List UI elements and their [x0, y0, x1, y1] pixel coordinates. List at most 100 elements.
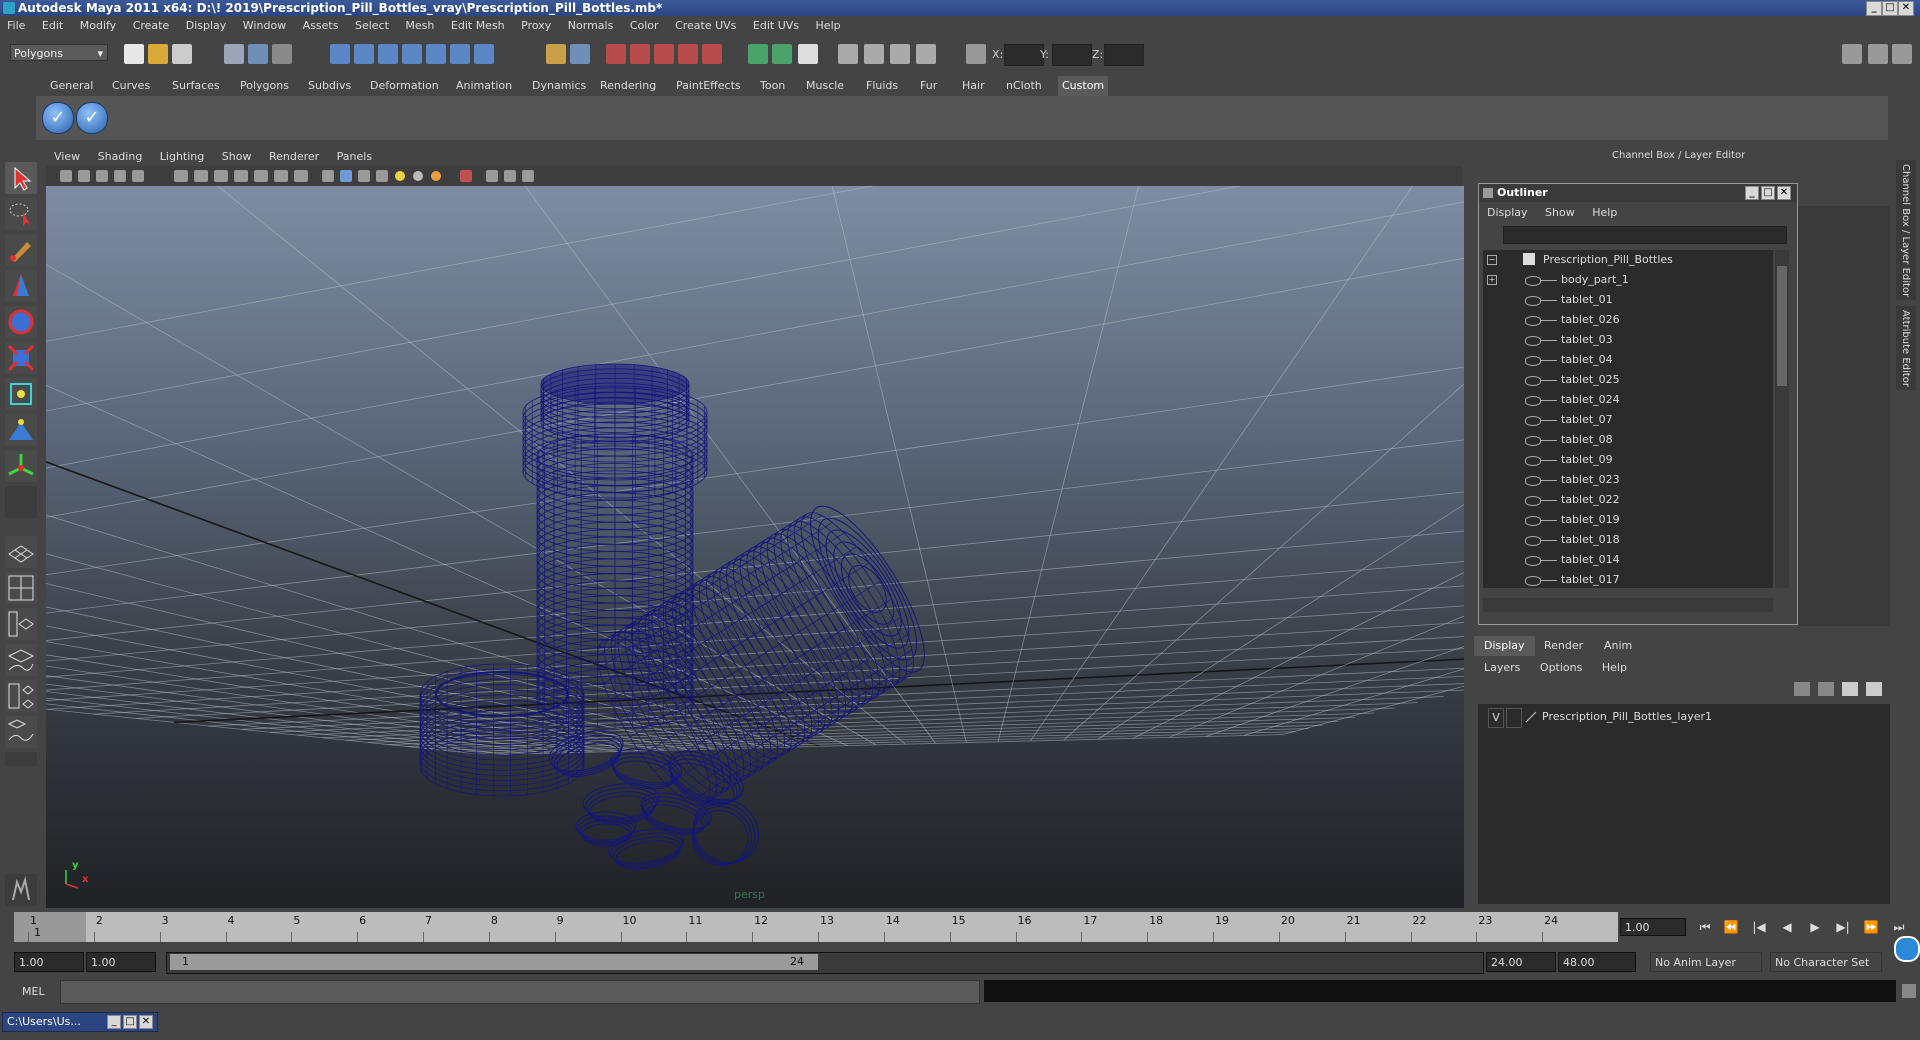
single-perspective-layout-icon[interactable]: [5, 536, 37, 568]
start-time-field[interactable]: 1.00: [14, 952, 84, 972]
viewport-menu-lighting[interactable]: Lighting: [160, 150, 204, 163]
shelf-tab-polygons[interactable]: Polygons: [236, 76, 293, 96]
step-forward-frame-button[interactable]: ▶|: [1832, 918, 1854, 936]
outliner-item[interactable]: tablet_03: [1483, 330, 1773, 350]
outliner-item[interactable]: tablet_09: [1483, 450, 1773, 470]
menu-help[interactable]: Help: [816, 19, 841, 32]
menu-mesh[interactable]: Mesh: [405, 19, 434, 32]
perspective-viewport[interactable]: y x persp: [46, 186, 1464, 908]
restore-button[interactable]: _: [107, 1015, 121, 1029]
step-forward-key-button[interactable]: ⏩: [1860, 918, 1882, 936]
maximize-button[interactable]: □: [123, 1015, 137, 1029]
viewport-toolbar-icons[interactable]: [46, 166, 566, 186]
shelf-tab-fur[interactable]: Fur: [916, 76, 941, 96]
maximize-button[interactable]: □: [1882, 1, 1898, 16]
history-icon[interactable]: [450, 44, 470, 64]
viewport-menu-renderer[interactable]: Renderer: [269, 150, 319, 163]
shelf-tab-subdivs[interactable]: Subdivs: [304, 76, 355, 96]
new-scene-icon[interactable]: [124, 44, 144, 64]
mel-label[interactable]: MEL: [22, 984, 45, 1000]
expand-icon[interactable]: +: [1487, 275, 1497, 285]
character-set-select[interactable]: No Character Set: [1770, 952, 1882, 972]
outliner-vertical-scrollbar[interactable]: [1775, 250, 1789, 588]
script-editor-icon[interactable]: [1902, 984, 1916, 998]
persp-graph-hypergraph-layout-icon[interactable]: [5, 716, 37, 748]
menu-create-uvs[interactable]: Create UVs: [675, 19, 736, 32]
playback-end-field[interactable]: 24.00: [1486, 952, 1556, 972]
outliner-item[interactable]: tablet_026: [1483, 310, 1773, 330]
soft-modification-icon[interactable]: [5, 414, 37, 446]
menu-normals[interactable]: Normals: [568, 19, 614, 32]
outliner-item[interactable]: + body_part_1: [1483, 270, 1773, 290]
attribute-editor-toggle-icon[interactable]: [1842, 44, 1862, 64]
viewport-menu-view[interactable]: View: [54, 150, 80, 163]
rotate-tool-icon[interactable]: [5, 306, 37, 338]
render-current-icon[interactable]: [606, 44, 626, 64]
shelf-tab-animation[interactable]: Animation: [452, 76, 516, 96]
channel-box-toggle-icon[interactable]: [1892, 44, 1912, 64]
universal-manipulator-icon[interactable]: [5, 378, 37, 410]
outliner-item[interactable]: tablet_014: [1483, 550, 1773, 570]
graph-editor-icon[interactable]: [864, 44, 884, 64]
layer-tab-anim[interactable]: Anim: [1594, 636, 1642, 656]
check-icon[interactable]: ✓: [76, 102, 108, 134]
four-view-layout-icon[interactable]: [5, 572, 37, 604]
z-field[interactable]: [1104, 44, 1144, 66]
new-layer-icon[interactable]: [1794, 682, 1810, 696]
command-input[interactable]: [60, 980, 980, 1004]
layer-row[interactable]: V Prescription_Pill_Bottles_layer1: [1482, 708, 1882, 728]
y-field[interactable]: [1052, 44, 1092, 66]
play-forwards-button[interactable]: ▶: [1804, 918, 1826, 936]
open-scene-icon[interactable]: [148, 44, 168, 64]
outliner-item[interactable]: tablet_023: [1483, 470, 1773, 490]
channel-box-side-tab[interactable]: Channel Box / Layer Editor: [1896, 160, 1916, 300]
playback-start-field[interactable]: 1.00: [86, 952, 156, 972]
shelf-tab-ncloth[interactable]: nCloth: [1002, 76, 1046, 96]
layer-color-icon[interactable]: [1524, 710, 1538, 724]
more-layouts-icon[interactable]: [5, 752, 37, 766]
layer-menu-layers[interactable]: Layers: [1484, 661, 1520, 674]
hypershade-layout-icon[interactable]: [5, 680, 37, 712]
outliner-item[interactable]: tablet_07: [1483, 410, 1773, 430]
hypershade-icon[interactable]: [678, 44, 698, 64]
x-field[interactable]: [1004, 44, 1044, 66]
outliner-item[interactable]: tablet_01: [1483, 290, 1773, 310]
layer-menu-help[interactable]: Help: [1602, 661, 1627, 674]
select-hierarchy-icon[interactable]: [224, 44, 244, 64]
outliner-menu-help[interactable]: Help: [1592, 206, 1617, 219]
menu-window[interactable]: Window: [243, 19, 286, 32]
outliner-minimize-button[interactable]: _: [1745, 186, 1759, 200]
menu-edit[interactable]: Edit: [42, 19, 63, 32]
shelf-tab-surfaces[interactable]: Surfaces: [168, 76, 224, 96]
menu-proxy[interactable]: Proxy: [521, 19, 551, 32]
shelf-tab-fluids[interactable]: Fluids: [862, 76, 902, 96]
shelf-tab-general[interactable]: General: [46, 76, 97, 96]
shelf-tab-dynamics[interactable]: Dynamics: [528, 76, 590, 96]
outliner-item[interactable]: tablet_08: [1483, 430, 1773, 450]
go-to-start-button[interactable]: ⏮: [1694, 918, 1716, 936]
scale-tool-icon[interactable]: [5, 342, 37, 374]
shelf-tab-rendering[interactable]: Rendering: [596, 76, 660, 96]
select-object-icon[interactable]: [248, 44, 268, 64]
viewport-menu-shading[interactable]: Shading: [98, 150, 143, 163]
feedback-icon[interactable]: [5, 874, 37, 906]
layer-visibility-toggle[interactable]: V: [1488, 708, 1504, 728]
tool-settings-toggle-icon[interactable]: [1868, 44, 1888, 64]
select-component-icon[interactable]: [272, 44, 292, 64]
attribute-editor-side-tab[interactable]: Attribute Editor: [1896, 306, 1916, 390]
menu-file[interactable]: File: [7, 19, 25, 32]
hypergraph-icon[interactable]: [890, 44, 910, 64]
shelf-tab-muscle[interactable]: Muscle: [802, 76, 848, 96]
layer-type-toggle[interactable]: [1506, 708, 1522, 728]
play-backwards-button[interactable]: ◀: [1776, 918, 1798, 936]
step-back-frame-button[interactable]: |◀: [1748, 918, 1770, 936]
layer-tab-display[interactable]: Display: [1474, 636, 1535, 656]
menu-assets[interactable]: Assets: [303, 19, 339, 32]
view-axis-indicator[interactable]: [65, 870, 79, 889]
viewport-menu-show[interactable]: Show: [222, 150, 252, 163]
menu-create[interactable]: Create: [133, 19, 170, 32]
outliner-scroll-thumb[interactable]: [1777, 266, 1787, 386]
menu-color[interactable]: Color: [630, 19, 659, 32]
render-settings-icon[interactable]: [654, 44, 674, 64]
outliner-item[interactable]: tablet_022: [1483, 490, 1773, 510]
